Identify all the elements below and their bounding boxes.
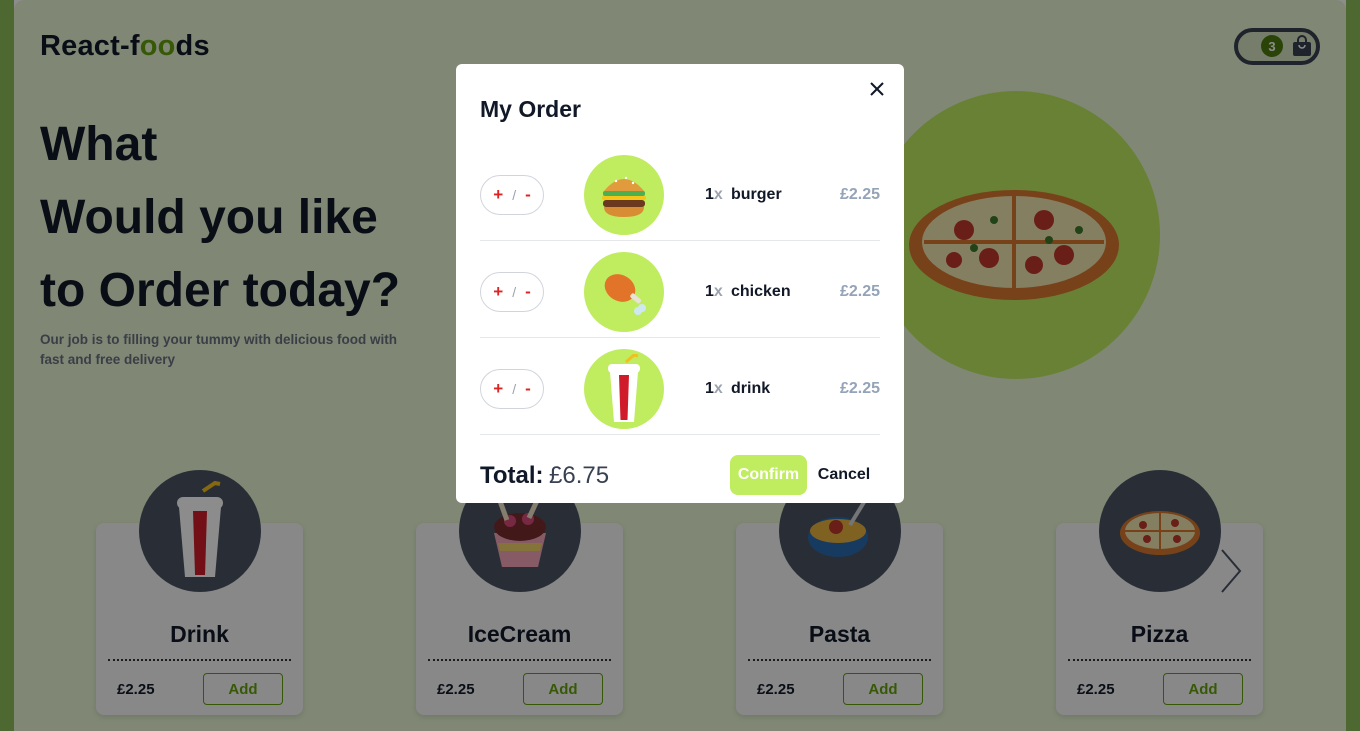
- item-quantity: 1x: [705, 380, 723, 398]
- quantity-separator: /: [512, 187, 517, 203]
- decrease-quantity-button[interactable]: -: [525, 282, 531, 302]
- item-price: £2.25: [839, 380, 880, 397]
- increase-quantity-button[interactable]: +: [493, 185, 503, 205]
- total-label: Total:: [480, 462, 544, 489]
- close-icon[interactable]: [866, 78, 888, 100]
- order-modal: My Order + / - 1x burger £2.25 + / - 1x …: [456, 64, 904, 503]
- quantity-stepper: + / -: [480, 369, 544, 409]
- item-name: burger: [731, 186, 782, 203]
- quantity-separator: /: [512, 381, 517, 397]
- item-quantity-value: 1: [705, 283, 714, 300]
- item-quantity-x: x: [713, 380, 723, 397]
- increase-quantity-button[interactable]: +: [493, 282, 503, 302]
- item-price: £2.25: [839, 186, 880, 203]
- burger-icon: [584, 155, 664, 235]
- drink-icon: [584, 349, 664, 429]
- modal-title: My Order: [480, 96, 581, 122]
- item-quantity-x: x: [713, 283, 723, 300]
- quantity-stepper: + / -: [480, 272, 544, 312]
- item-name: drink: [731, 380, 771, 397]
- item-quantity-x: x: [713, 186, 723, 203]
- order-item-row: + / - 1x drink £2.25: [480, 338, 880, 435]
- item-name: chicken: [731, 283, 791, 300]
- item-quantity-value: 1: [705, 380, 714, 397]
- order-item-row: + / - 1x chicken £2.25: [480, 241, 880, 338]
- decrease-quantity-button[interactable]: -: [525, 185, 531, 205]
- item-quantity: 1x: [705, 283, 723, 301]
- total-value: £6.75: [549, 462, 610, 489]
- confirm-button[interactable]: Confirm: [730, 455, 807, 495]
- item-quantity: 1x: [705, 186, 723, 204]
- order-item-row: + / - 1x burger £2.25: [480, 144, 880, 241]
- cancel-button[interactable]: Cancel: [814, 455, 874, 495]
- item-price: £2.25: [839, 283, 880, 300]
- chicken-icon: [584, 252, 664, 332]
- quantity-stepper: + / -: [480, 175, 544, 215]
- quantity-separator: /: [512, 284, 517, 300]
- increase-quantity-button[interactable]: +: [493, 379, 503, 399]
- item-quantity-value: 1: [705, 186, 714, 203]
- decrease-quantity-button[interactable]: -: [525, 379, 531, 399]
